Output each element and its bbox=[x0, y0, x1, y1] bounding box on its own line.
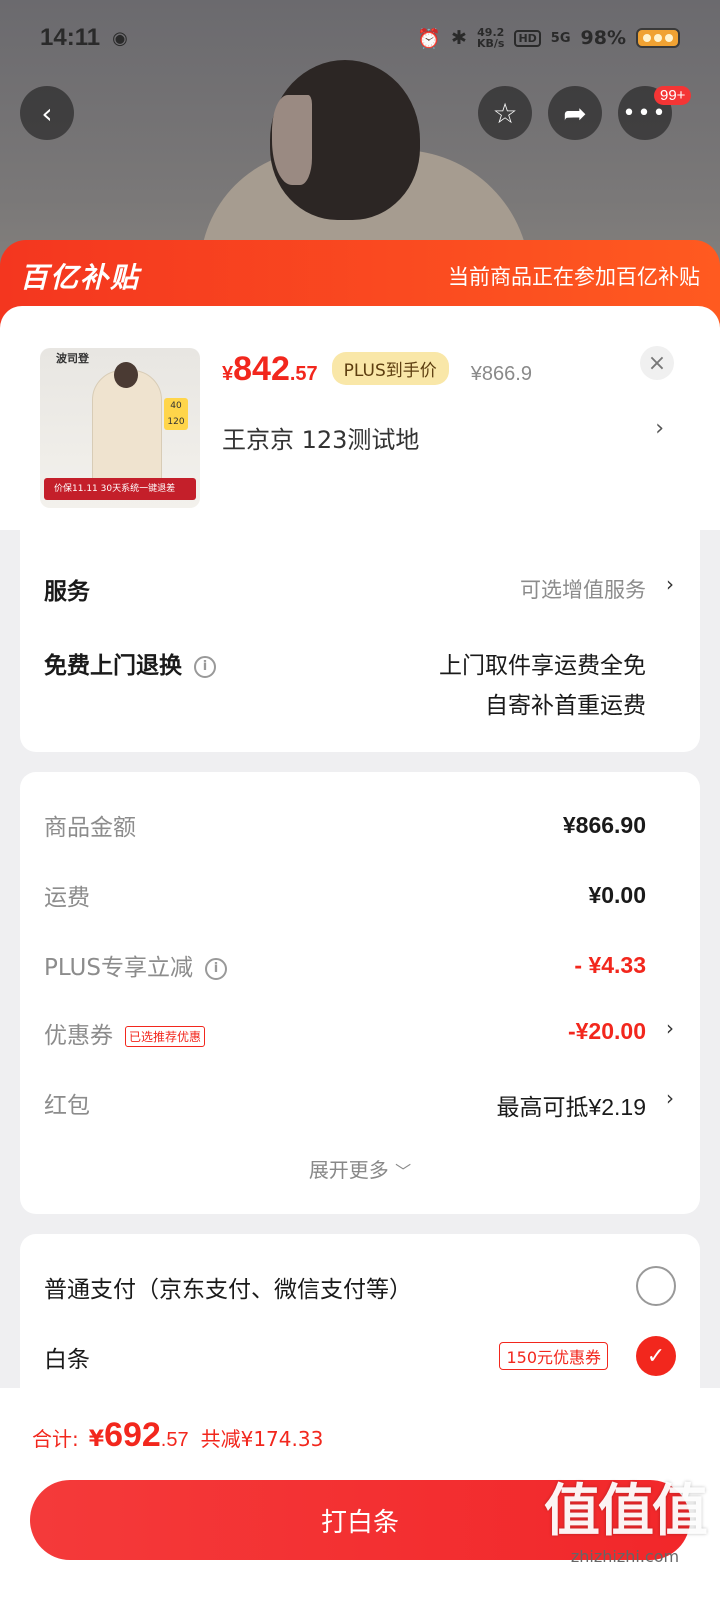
service-label: 服务 bbox=[44, 579, 90, 605]
free-return-line1: 上门取件享运费全免 bbox=[439, 653, 646, 679]
price-integer: 842 bbox=[233, 350, 290, 388]
chevron-left-icon: ‹ bbox=[41, 96, 53, 130]
back-button[interactable]: ‹ bbox=[20, 86, 74, 140]
delivery-address[interactable]: 王京京 123测试地 bbox=[222, 420, 419, 455]
product-thumbnail[interactable]: 波司登 40 120 价保11.11 30天系统一键退差 bbox=[40, 348, 200, 508]
watermark-logo: 值值值 bbox=[544, 1479, 708, 1544]
status-bar: 14:11 ◉ ⏰ ✱ 49.2 KB/s HD 5G 98% bbox=[0, 0, 720, 76]
close-button[interactable]: × bbox=[640, 346, 674, 380]
status-right: ⏰ ✱ 49.2 KB/s HD 5G 98% bbox=[417, 27, 680, 50]
thumbnail-model-head bbox=[114, 362, 138, 388]
payment-normal-radio[interactable] bbox=[636, 1266, 676, 1306]
message-count-badge: 99+ bbox=[654, 86, 692, 105]
battery-icon bbox=[636, 28, 680, 48]
chevron-down-icon: ﹀ bbox=[395, 1162, 412, 1181]
expand-more-label: 展开更多 bbox=[308, 1158, 389, 1182]
thumbnail-price-tag: 40 120 bbox=[164, 398, 188, 430]
hd-icon: HD bbox=[514, 29, 541, 47]
address-chevron-right-icon: › bbox=[655, 416, 664, 441]
plus-discount-label: PLUS专享立减 i bbox=[44, 948, 227, 982]
price-decimal: .57 bbox=[289, 363, 318, 385]
coupon-value[interactable]: -¥20.00 bbox=[568, 1018, 646, 1045]
thumbnail-brand: 波司登 bbox=[56, 352, 89, 365]
site-watermark: 值值值 zhizhizhi.com bbox=[544, 1466, 708, 1566]
payment-option-baitiao[interactable]: 白条 bbox=[44, 1340, 90, 1374]
plus-discount-value: - ¥4.33 bbox=[574, 952, 646, 978]
price-currency: ¥ bbox=[222, 363, 234, 385]
close-icon: × bbox=[647, 350, 667, 376]
star-icon: ☆ bbox=[492, 96, 518, 130]
shipping-value: ¥0.00 bbox=[588, 882, 646, 908]
net-speed: 49.2 KB/s bbox=[477, 27, 504, 49]
wechat-icon: ◉ bbox=[112, 27, 128, 49]
coupon-chevron-right-icon: › bbox=[666, 1016, 674, 1040]
photo-face-shape bbox=[272, 95, 312, 185]
thumbnail-tag-1: 40 bbox=[170, 401, 182, 411]
free-return-line2: 自寄补首重运费 bbox=[485, 693, 646, 719]
total-saving: 共减¥174.33 bbox=[200, 1427, 324, 1451]
thumbnail-tag-2: 120 bbox=[167, 417, 185, 427]
free-return-label: 免费上门退换 i bbox=[44, 646, 216, 680]
coupon-recommended-tag: 已选推荐优惠 bbox=[125, 1026, 206, 1047]
baitiao-coupon-tag: 150元优惠券 bbox=[499, 1342, 608, 1370]
goods-amount-label: 商品金额 bbox=[44, 815, 136, 841]
checkmark-icon: ✓ bbox=[646, 1343, 666, 1369]
favorite-button[interactable]: ☆ bbox=[478, 86, 532, 140]
thumbnail-strip: 价保11.11 30天系统一键退差 bbox=[44, 478, 196, 500]
red-packet-chevron-right-icon: › bbox=[666, 1086, 674, 1110]
plus-price: ¥ 842 .57 bbox=[222, 350, 318, 389]
total-integer: 692 bbox=[104, 1416, 161, 1454]
service-chevron-right-icon: › bbox=[666, 572, 674, 596]
red-packet-label: 红包 bbox=[44, 1093, 90, 1119]
share-icon: ➦ bbox=[563, 96, 587, 130]
signal-icon: 5G bbox=[550, 30, 571, 46]
share-button[interactable]: ➦ bbox=[548, 86, 602, 140]
status-time: 14:11 bbox=[40, 24, 101, 51]
bluetooth-icon: ✱ bbox=[451, 27, 467, 49]
goods-amount-value: ¥866.90 bbox=[562, 812, 646, 838]
total-label: 合计: bbox=[32, 1427, 79, 1451]
payment-option-normal[interactable]: 普通支付（京东支付、微信支付等） bbox=[44, 1270, 412, 1304]
free-return-text: 免费上门退换 bbox=[44, 653, 182, 679]
alarm-icon: ⏰ bbox=[417, 27, 442, 50]
original-price: ¥866.9 bbox=[470, 363, 532, 385]
payment-panel: 普通支付（京东支付、微信支付等） 白条 150元优惠券 ✓ bbox=[20, 1234, 700, 1414]
coupon-text: 优惠券 bbox=[44, 1023, 113, 1049]
plus-price-tag: PLUS到手价 bbox=[331, 352, 449, 385]
subsidy-logo: 百亿补贴 bbox=[20, 261, 141, 294]
watermark-url: zhizhizhi.com bbox=[570, 1547, 680, 1566]
coupon-label: 优惠券 已选推荐优惠 bbox=[44, 1016, 206, 1050]
order-total: 合计: ¥ 692 .57 共减¥174.33 bbox=[32, 1416, 323, 1455]
price-summary-panel: 商品金额 ¥866.90 运费 ¥0.00 PLUS专享立减 i - ¥4.33 … bbox=[20, 772, 700, 1214]
total-decimal: .57 bbox=[160, 1429, 189, 1451]
battery-percent: 98% bbox=[580, 27, 626, 49]
price-row: ¥ 842 .57 PLUS到手价 ¥866.9 bbox=[222, 350, 532, 389]
total-currency: ¥ bbox=[88, 1427, 105, 1452]
net-speed-unit: KB/s bbox=[476, 37, 505, 50]
info-icon[interactable]: i bbox=[194, 655, 216, 678]
product-card: 波司登 40 120 价保11.11 30天系统一键退差 ¥ 842 .57 P… bbox=[0, 306, 720, 530]
red-packet-value[interactable]: 最高可抵¥2.19 bbox=[496, 1088, 646, 1122]
info-icon[interactable]: i bbox=[204, 957, 227, 980]
service-panel: 服务 可选增值服务 › 免费上门退换 i 上门取件享运费全免 自寄补首重运费 bbox=[20, 524, 700, 752]
plus-discount-text: PLUS专享立减 bbox=[44, 955, 193, 981]
payment-baitiao-radio[interactable]: ✓ bbox=[636, 1336, 676, 1376]
subsidy-notice: 当前商品正在参加百亿补贴 bbox=[448, 265, 700, 289]
service-value[interactable]: 可选增值服务 bbox=[520, 574, 646, 604]
expand-more-button[interactable]: 展开更多 ﹀ bbox=[20, 1154, 700, 1183]
shipping-label: 运费 bbox=[44, 885, 90, 911]
